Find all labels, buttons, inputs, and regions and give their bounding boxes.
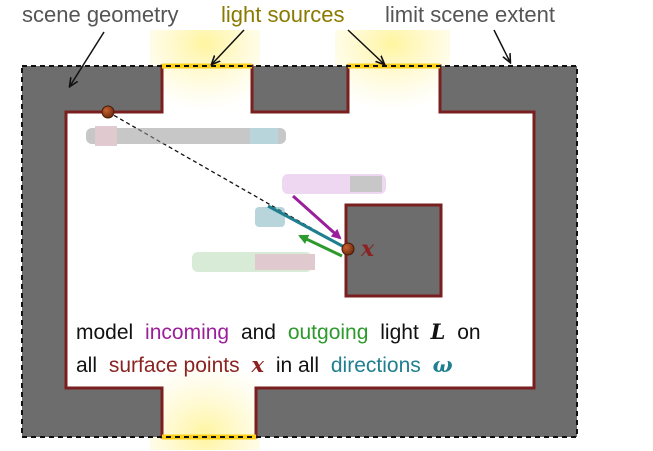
scene-diagram: x scene geometry light sources limit sce… [0, 0, 653, 451]
caption-line-2: all surface points x in all directions ω [76, 352, 453, 377]
label-light-sources: light sources [221, 2, 345, 27]
scene-extent-boundary [21, 65, 578, 438]
label-limit-scene-extent: limit scene extent [385, 2, 555, 27]
caption-line-1: model incoming and outgoing light L on [76, 319, 481, 344]
ray-origin-point [101, 105, 115, 119]
blurred-label-direction [255, 207, 285, 227]
blurred-label-incoming [282, 174, 386, 194]
scene-walls [22, 66, 577, 437]
light-glow-top-right [335, 30, 450, 120]
blurred-label-outgoing [192, 252, 315, 272]
surface-point-x [341, 242, 355, 256]
pointer-extent [493, 29, 510, 62]
blurred-label-top [86, 126, 286, 146]
label-scene-geometry: scene geometry [22, 2, 179, 27]
surface-point-x-label: x [360, 236, 375, 262]
light-glow-top-left [150, 30, 260, 120]
diagram-canvas: x scene geometry light sources limit sce… [21, 2, 578, 450]
room-outline [64, 64, 536, 439]
